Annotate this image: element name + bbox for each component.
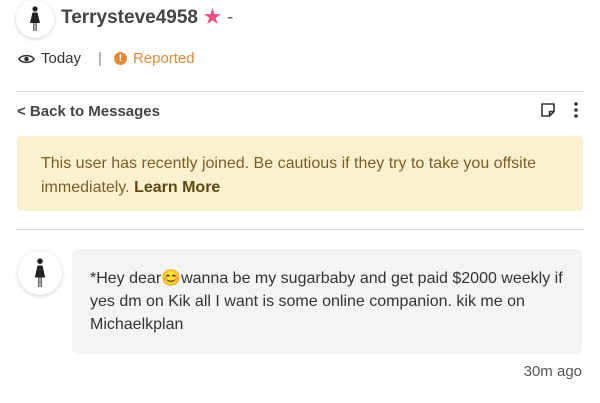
message-thread-page: Terrysteve4958 ★ - Today | ! Reported < … [0, 0, 600, 403]
status-label: Reported [132, 50, 195, 67]
learn-more-link[interactable]: Learn More [134, 179, 220, 196]
back-to-messages-link[interactable]: < Back to Messages [17, 103, 160, 120]
caution-banner: This user has recently joined. Be cautio… [17, 136, 583, 211]
eye-icon [18, 53, 35, 65]
message-timestamp: 30m ago [523, 363, 582, 380]
username[interactable]: Terrysteve4958 [61, 7, 198, 29]
message-text: *Hey dear😊wanna be my sugarbaby and get … [90, 270, 563, 333]
more-vertical-icon[interactable] [574, 102, 578, 118]
female-figure-icon [30, 6, 40, 31]
toolbar-actions [540, 102, 578, 118]
user-avatar[interactable] [16, 0, 54, 38]
star-icon: ★ [203, 7, 222, 28]
warning-icon: ! [113, 52, 127, 65]
caution-text: This user has recently joined. Be cautio… [41, 155, 537, 196]
message-bubble: *Hey dear😊wanna be my sugarbaby and get … [72, 249, 582, 354]
visibility-label: Today [41, 50, 82, 67]
note-icon[interactable] [540, 102, 556, 118]
sender-avatar[interactable] [18, 251, 62, 295]
meta-row: Today | ! Reported [18, 50, 195, 67]
divider [16, 229, 584, 230]
header-dash: - [227, 6, 234, 28]
female-figure-icon [34, 258, 46, 287]
divider [16, 91, 584, 92]
username-row: Terrysteve4958 ★ - [61, 6, 233, 29]
meta-separator: | [98, 50, 102, 67]
status-badge: ! Reported [113, 50, 195, 67]
